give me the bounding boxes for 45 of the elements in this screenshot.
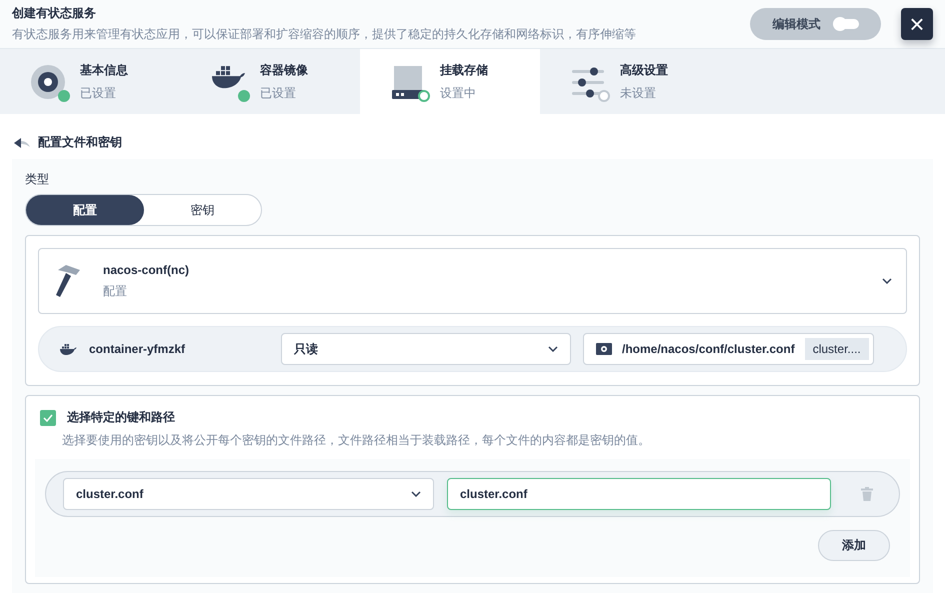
key-select[interactable]: cluster.conf	[63, 478, 434, 510]
checkbox[interactable]	[40, 410, 56, 426]
step-status: 已设置	[260, 84, 297, 102]
type-option[interactable]: 配置	[26, 195, 144, 225]
whale-icon	[210, 64, 246, 89]
chevron-down-icon	[411, 491, 421, 497]
step-status: 已设置	[80, 84, 117, 102]
toggle-switch[interactable]	[834, 19, 858, 29]
close-button[interactable]: ×	[901, 8, 933, 40]
edit-mode-button[interactable]: 编辑模式	[750, 8, 881, 40]
chevron-down-icon	[882, 278, 892, 284]
back-arrow-icon[interactable]	[14, 138, 30, 148]
gear-icon	[596, 343, 612, 355]
page-title: 创建有状态服务	[12, 5, 97, 22]
access-mode-select[interactable]: 只读	[281, 333, 571, 365]
type-label: 类型	[25, 171, 50, 188]
sub-path-tag: cluster....	[804, 338, 869, 360]
step-tab[interactable]: 挂载存储 设置中	[360, 49, 540, 114]
step-title: 基本信息	[80, 62, 128, 78]
step-tab[interactable]: 基本信息 已设置	[0, 49, 180, 114]
resource-name: nacos-conf(nc)	[103, 262, 190, 276]
step-status: 未设置	[620, 84, 657, 102]
page-subtitle: 有状态服务用来管理有状态应用，可以保证部署和扩容缩容的顺序，提供了稳定的持久化存储和网络标识，有序伸缩等	[12, 26, 637, 43]
chevron-down-icon	[548, 346, 558, 352]
step-title: 容器镜像	[260, 62, 308, 78]
mount-path-field[interactable]: /home/nacos/conf/cluster.conf cluster....	[583, 333, 874, 365]
step-tab[interactable]: 高级设置 未设置	[540, 49, 720, 114]
step-tab[interactable]: 容器镜像 已设置	[180, 49, 360, 114]
checkbox-label: 选择特定的键和路径	[67, 409, 175, 426]
container-name: container-yfmzkf	[89, 342, 186, 356]
add-button[interactable]: 添加	[818, 530, 890, 561]
mount-path: /home/nacos/conf/cluster.conf	[622, 342, 795, 356]
path-input[interactable]: cluster.conf	[447, 478, 831, 510]
checkmark-icon	[43, 414, 53, 422]
description-text: 选择要使用的密钥以及将公开每个密钥的文件路径，文件路径相当于装载路径，每个文件的内容都是密钥的值。	[62, 432, 651, 449]
resource-card[interactable]: nacos-conf(nc) 配置	[38, 248, 907, 314]
step-title: 高级设置	[620, 62, 668, 78]
type-option[interactable]: 密钥	[144, 195, 261, 225]
step-status: 设置中	[440, 84, 477, 102]
resource-type: 配置	[103, 282, 128, 300]
step-title: 挂载存储	[440, 62, 488, 78]
trash-icon[interactable]	[861, 487, 873, 501]
whale-icon	[59, 342, 77, 356]
disc-icon	[30, 64, 66, 100]
section-title: 配置文件和密钥	[38, 134, 122, 151]
